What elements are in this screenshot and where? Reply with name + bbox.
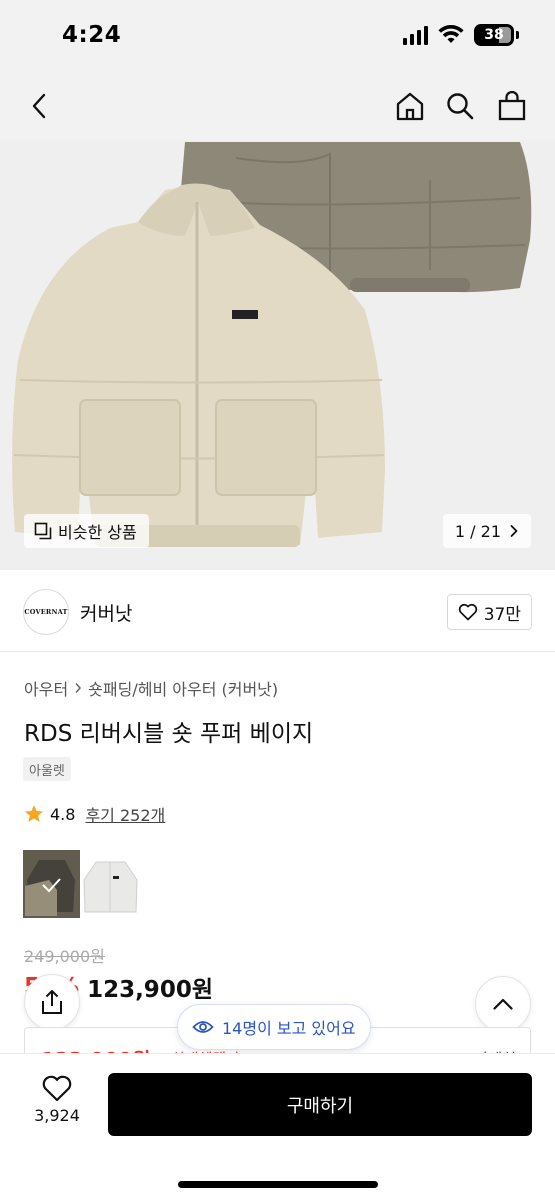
original-price: 249,000원 xyxy=(24,947,105,966)
similar-items-icon xyxy=(34,522,52,540)
scroll-top-button[interactable] xyxy=(475,976,531,1032)
brand-logo[interactable]: COVERNAT xyxy=(23,589,69,635)
status-bar: 4:24 38 xyxy=(0,0,555,72)
color-options xyxy=(23,850,139,918)
share-icon xyxy=(42,990,62,1014)
battery-icon: 38 xyxy=(474,24,514,46)
home-button[interactable] xyxy=(390,86,430,126)
shopping-bag-icon xyxy=(498,90,526,121)
chevron-up-icon xyxy=(493,998,513,1010)
rating-score: 4.8 xyxy=(50,804,76,824)
search-icon xyxy=(447,93,474,120)
brand-name[interactable]: 커버낫 xyxy=(80,599,132,626)
gallery-page-indicator: 1 / 21 xyxy=(454,521,501,541)
gallery-pager[interactable]: 1 / 21 xyxy=(442,514,531,548)
home-icon xyxy=(396,92,424,121)
battery-level: 38 xyxy=(484,27,504,43)
sale-price: 123,900원 xyxy=(87,977,213,1003)
similar-products-label: 비슷한 상품 xyxy=(58,523,137,542)
status-icons: 38 xyxy=(403,24,519,46)
breadcrumb-item[interactable]: 숏패딩/헤비 아우터 (커버낫) xyxy=(88,676,278,700)
battery-cap xyxy=(516,31,519,39)
brand-logo-text: COVERNAT xyxy=(24,608,68,616)
chevron-right-icon xyxy=(510,525,518,537)
wishlist-count: 3,924 xyxy=(34,1106,80,1125)
chevron-left-icon xyxy=(32,93,46,119)
product-image-gallery[interactable]: 비슷한 상품 1 / 21 xyxy=(0,140,555,570)
thumbnail-image xyxy=(83,861,138,913)
wifi-icon xyxy=(438,25,464,43)
viewers-count-text: 14명이 보고 있어요 xyxy=(222,1019,356,1038)
status-time: 4:24 xyxy=(62,22,122,48)
search-button[interactable] xyxy=(440,86,480,126)
thumbnail-image xyxy=(23,850,80,918)
rating: 4.8 후기 252개 xyxy=(24,802,165,826)
product-image xyxy=(12,142,532,547)
breadcrumb: 아우터 숏패딩/헤비 아우터 (커버낫) xyxy=(24,676,278,700)
bottom-action-bar: 3,924 구매하기 xyxy=(0,1053,555,1200)
heart-icon xyxy=(458,603,477,621)
product-title: RDS 리버시블 숏 푸퍼 베이지 xyxy=(24,721,314,747)
eye-icon xyxy=(192,1021,214,1033)
breadcrumb-item[interactable]: 아우터 xyxy=(24,676,68,700)
share-button[interactable] xyxy=(24,974,80,1030)
brand-like-count: 37만 xyxy=(483,604,521,625)
wishlist-button[interactable]: 3,924 xyxy=(24,1074,90,1125)
color-option-white[interactable] xyxy=(82,850,139,918)
reviews-link[interactable]: 후기 252개 xyxy=(85,802,165,826)
brand-row: COVERNAT 커버낫 37만 xyxy=(0,570,555,652)
color-option-beige[interactable] xyxy=(23,850,80,918)
outlet-badge: 아울렛 xyxy=(23,757,71,781)
chevron-right-icon xyxy=(75,683,82,693)
home-indicator xyxy=(178,1181,378,1188)
buy-button[interactable]: 구매하기 xyxy=(108,1073,532,1136)
bag-button[interactable] xyxy=(492,86,532,126)
back-button[interactable] xyxy=(20,86,60,126)
similar-products-button[interactable]: 비슷한 상품 xyxy=(24,514,149,548)
brand-like-button[interactable]: 37만 xyxy=(446,594,532,630)
star-icon xyxy=(25,805,43,822)
signal-icon xyxy=(403,25,428,45)
viewers-pill: 14명이 보고 있어요 xyxy=(177,1004,371,1050)
heart-icon xyxy=(42,1075,72,1102)
top-nav xyxy=(0,72,555,140)
